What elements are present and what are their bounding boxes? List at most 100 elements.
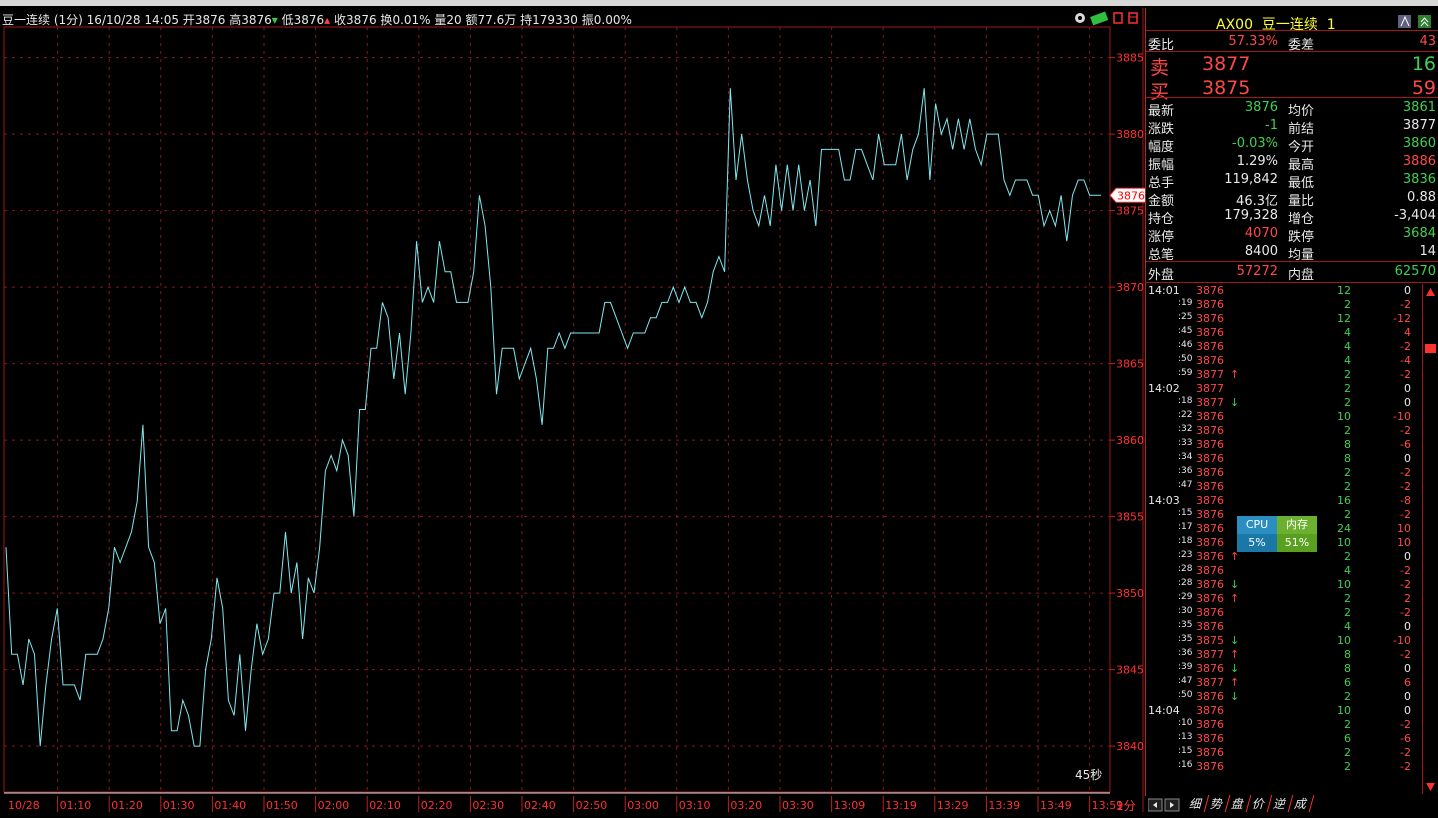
intraday-line-chart[interactable]: 3885 3880 3875 3870 3865 3860 3855 3850 3845 3840… [0, 0, 1145, 818]
tick-time: :39 [1178, 662, 1193, 672]
tick-volume: 6 [1344, 732, 1351, 745]
tick-oi-change: -6 [1400, 438, 1411, 451]
tick-price: 3876 [1196, 452, 1224, 465]
x-tick-label: 10/28 [8, 799, 40, 812]
tab-prev-icon[interactable] [1147, 798, 1163, 811]
tick-oi-change: -2 [1400, 564, 1411, 577]
tick-direction-icon: ↓ [1230, 396, 1240, 409]
separator [1146, 261, 1438, 262]
tick-row: :34 3876 8 0 [1146, 452, 1421, 466]
quote-row: 振幅 1.29% 最高 3886 [1146, 153, 1436, 173]
tick-time: :45 [1178, 326, 1193, 336]
tick-row: :23 3876 ↑ 2 0 [1146, 550, 1421, 564]
tick-time: :28 [1178, 564, 1193, 574]
tick-direction-icon: ↓ [1230, 662, 1240, 675]
tick-price: 3876 [1196, 326, 1224, 339]
tick-oi-change: 6 [1404, 676, 1411, 689]
system-monitor-widget: CPU 内存 5% 51% [1237, 516, 1317, 552]
tick-time: :18 [1178, 396, 1193, 406]
tick-oi-change: -2 [1400, 480, 1411, 493]
tick-row: :18 3877 ↓ 2 0 [1146, 396, 1421, 410]
tick-volume: 8 [1344, 662, 1351, 675]
quote-header: AX00 豆一连续 1 [1146, 12, 1438, 34]
scroll-thumb[interactable] [1425, 344, 1436, 353]
tick-time: :17 [1178, 522, 1193, 532]
person-icon[interactable] [1398, 15, 1411, 28]
quote-row: 最新 3876 均价 3861 [1146, 99, 1436, 119]
tick-row: :22 3876 10 -10 [1146, 410, 1421, 424]
tick-row: :19 3876 2 -2 [1146, 298, 1421, 312]
tick-time: :35 [1178, 634, 1193, 644]
tick-volume: 2 [1344, 746, 1351, 759]
tick-volume: 2 [1344, 424, 1351, 437]
tick-price: 3876 [1196, 690, 1224, 703]
cpu-label: CPU [1237, 516, 1277, 534]
tick-volume: 10 [1337, 410, 1351, 423]
tick-price: 3876 [1196, 424, 1224, 437]
tick-oi-change: 2 [1404, 592, 1411, 605]
tick-row: 14:02 3877 2 0 [1146, 382, 1421, 396]
tick-row: :29 3876 ↑ 2 2 [1146, 592, 1421, 606]
outer-value: 57272 [1236, 264, 1278, 279]
collapse-icon[interactable] [1418, 15, 1431, 28]
tick-direction-icon: ↓ [1230, 634, 1240, 647]
weibi-row: 委比 57.33% 委差 43 [1146, 33, 1436, 53]
tick-row: :10 3876 2 -2 [1146, 718, 1421, 732]
separator [1146, 30, 1438, 31]
tick-volume: 2 [1344, 760, 1351, 773]
quote-row: 涨停 4070 跌停 3684 [1146, 225, 1436, 245]
tick-price: 3877 [1196, 368, 1224, 381]
tick-time: :15 [1178, 508, 1193, 518]
scroll-up-icon[interactable] [1426, 288, 1435, 296]
tick-volume: 10 [1337, 578, 1351, 591]
tick-row: :46 3876 4 -2 [1146, 340, 1421, 354]
quote-value: 14 [1419, 244, 1436, 259]
buy-volume: 59 [1411, 77, 1436, 99]
tick-volume: 10 [1337, 536, 1351, 549]
x-tick-label: 03:00 [627, 799, 659, 812]
tick-time: :22 [1178, 410, 1193, 420]
memory-value: 51% [1277, 534, 1317, 552]
tick-row: :35 3876 4 0 [1146, 620, 1421, 634]
tick-oi-change: -2 [1400, 368, 1411, 381]
tick-oi-change: 10 [1397, 536, 1411, 549]
quote-title: AX00 豆一连续 1 [1216, 14, 1336, 34]
quote-row: 金额 46.3亿 量比 0.88 [1146, 189, 1436, 209]
tick-price: 3876 [1196, 480, 1224, 493]
tick-volume: 2 [1344, 466, 1351, 479]
quote-value: 8400 [1244, 244, 1278, 259]
x-tick-label: 03:30 [782, 799, 814, 812]
tick-volume: 2 [1344, 480, 1351, 493]
tab-5[interactable]: 成 [1288, 795, 1315, 812]
tab-next-icon[interactable] [1164, 798, 1180, 811]
tick-price: 3876 [1196, 298, 1224, 311]
scroll-down-icon[interactable] [1426, 783, 1435, 791]
tick-scrollbar[interactable] [1422, 284, 1438, 794]
quote-row: 幅度 -0.03% 今开 3860 [1146, 135, 1436, 155]
tick-price: 3876 [1196, 522, 1224, 535]
quote-value: 3861 [1402, 100, 1436, 115]
separator [1146, 282, 1438, 283]
tick-volume: 2 [1344, 396, 1351, 409]
y-tick-label: 3850 [1116, 587, 1144, 600]
tick-time: :18 [1178, 536, 1193, 546]
y-tick-label: 3875 [1116, 205, 1144, 218]
tick-time: :28 [1178, 578, 1193, 588]
tick-time: 14:02 [1148, 382, 1180, 395]
tick-row: :32 3876 2 -2 [1146, 424, 1421, 438]
tick-time: :50 [1178, 354, 1193, 364]
current-price-label: 3876 [1117, 189, 1145, 202]
price-line [5, 88, 1101, 747]
sell-volume: 16 [1411, 53, 1436, 75]
tick-price: 3876 [1196, 718, 1224, 731]
tick-row: 14:01 3876 12 0 [1146, 284, 1421, 298]
tick-oi-change: -12 [1393, 312, 1411, 325]
memory-label: 内存 [1277, 516, 1317, 534]
tick-oi-change: -2 [1400, 718, 1411, 731]
x-tick-label: 02:40 [524, 799, 556, 812]
tick-price: 3876 [1196, 564, 1224, 577]
tick-oi-change: -10 [1393, 410, 1411, 423]
tick-oi-change: -2 [1400, 746, 1411, 759]
tick-row: 14:03 3876 16 -8 [1146, 494, 1421, 508]
tick-time: :32 [1178, 424, 1193, 434]
